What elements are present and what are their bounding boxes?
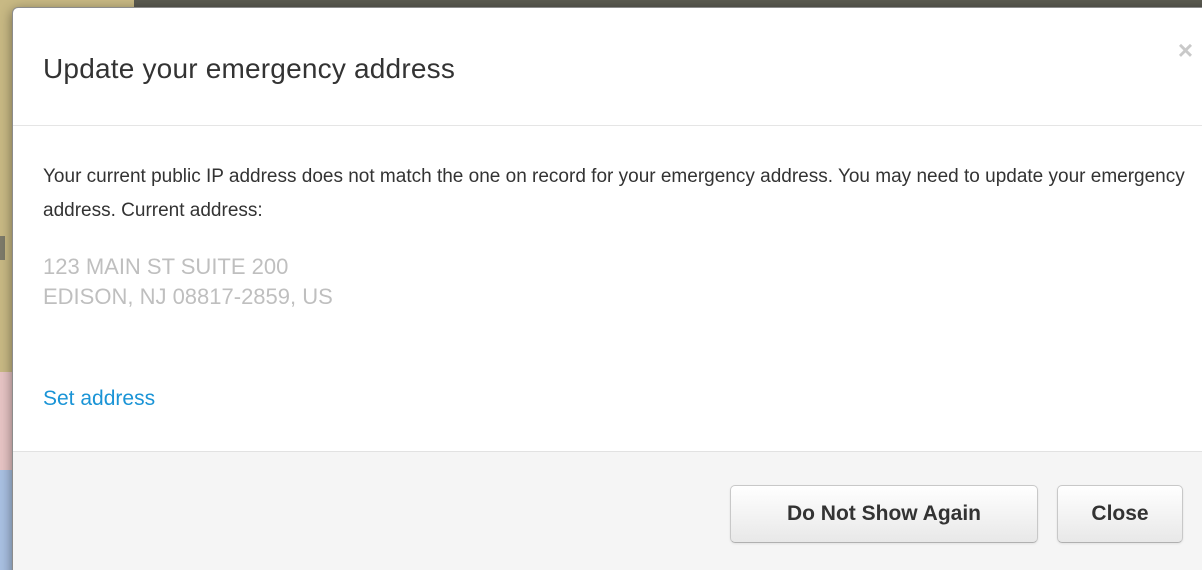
current-address: 123 MAIN ST SUITE 200 EDISON, NJ 08817-2…	[43, 252, 333, 312]
emergency-address-dialog: Update your emergency address × Your cur…	[12, 7, 1202, 570]
do-not-show-again-button[interactable]: Do Not Show Again	[730, 485, 1038, 543]
dialog-title: Update your emergency address	[43, 53, 456, 84]
set-address-link[interactable]: Set address	[43, 386, 155, 412]
address-line-1: 123 MAIN ST SUITE 200	[43, 254, 289, 279]
address-line-2: EDISON, NJ 08817-2859, US	[43, 284, 333, 309]
dialog-footer: Do Not Show Again Close	[13, 451, 1202, 570]
dialog-header: Update your emergency address ×	[13, 8, 1202, 126]
background-panel	[0, 236, 5, 260]
dialog-body: Your current public IP address does not …	[13, 126, 1202, 451]
close-icon[interactable]: ×	[1178, 37, 1193, 63]
close-button[interactable]: Close	[1057, 485, 1183, 543]
dialog-message: Your current public IP address does not …	[43, 166, 1185, 221]
